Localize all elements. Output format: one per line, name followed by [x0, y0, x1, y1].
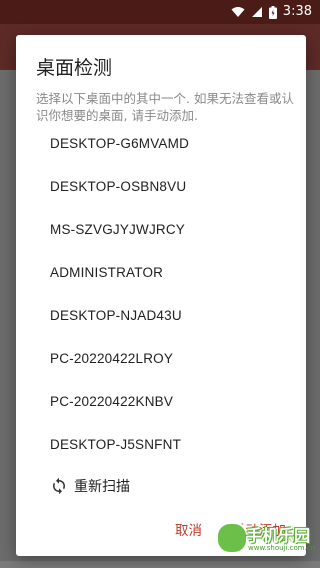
- dialog-title: 桌面检测: [36, 57, 113, 79]
- dialog-description: 选择以下桌面中的其中一个. 如果无法查看或认识你想要的桌面, 请手动添加.: [36, 91, 294, 123]
- device-item[interactable]: ADMINISTRATOR: [16, 251, 306, 294]
- cancel-button[interactable]: 取消: [175, 519, 202, 539]
- device-list: DESKTOP-G6MVAMD DESKTOP-OSBN8VU MS-SZVGJ…: [16, 122, 306, 466]
- device-item[interactable]: PC-20220422KNBV: [16, 380, 306, 423]
- device-item[interactable]: DESKTOP-NJAD43U: [16, 294, 306, 337]
- watermark-url: www.shouji.com.cn: [248, 544, 316, 552]
- device-item[interactable]: MS-SZVGJYJWJRCY: [16, 208, 306, 251]
- device-item[interactable]: PC-20220422LROY: [16, 337, 306, 380]
- refresh-icon: [53, 477, 65, 495]
- signal-icon: [251, 7, 262, 17]
- status-time: 3:38: [282, 4, 312, 19]
- battery-icon: [268, 5, 277, 19]
- status-bar: 3:38: [0, 0, 320, 24]
- device-item[interactable]: DESKTOP-G6MVAMD: [16, 122, 306, 165]
- device-item[interactable]: DESKTOP-J5SNFNT: [16, 423, 306, 466]
- watermark-logo: 手机乐园 www.shouji.com.cn: [216, 518, 316, 564]
- desktop-detect-dialog: 桌面检测 选择以下桌面中的其中一个. 如果无法查看或认识你想要的桌面, 请手动添…: [16, 35, 306, 556]
- wifi-icon: [231, 7, 245, 17]
- rescan-button[interactable]: 重新扫描: [50, 474, 130, 498]
- rescan-label: 重新扫描: [74, 479, 130, 495]
- watermark-icon: [216, 522, 248, 554]
- watermark-text: 手机乐园: [246, 526, 311, 545]
- status-icons: 3:38: [231, 4, 312, 20]
- device-item[interactable]: DESKTOP-OSBN8VU: [16, 165, 306, 208]
